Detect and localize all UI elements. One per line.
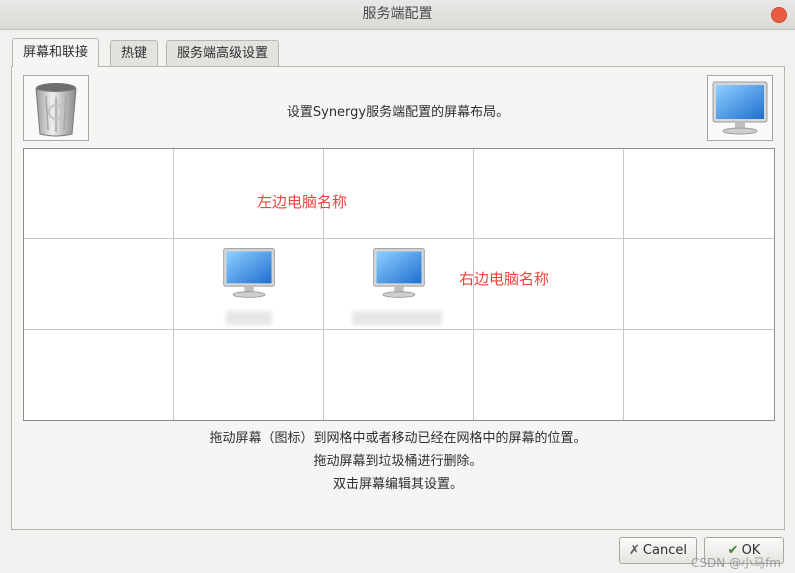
grid-cell[interactable] — [474, 329, 624, 420]
help-text-line-3: 双击屏幕编辑其设置。 — [332, 477, 463, 492]
screen-name-redacted — [352, 311, 442, 326]
monitor-icon — [223, 248, 275, 299]
screen-name-redacted — [226, 311, 272, 326]
right-computer-screen[interactable] — [324, 239, 473, 328]
grid-cell[interactable] — [24, 149, 174, 240]
grid-cell[interactable] — [24, 239, 174, 330]
monitor-icon — [712, 81, 768, 135]
grid-cell[interactable] — [624, 149, 774, 240]
left-computer-screen[interactable] — [174, 239, 323, 328]
grid-cell[interactable] — [174, 329, 324, 420]
grid-cell[interactable] — [624, 330, 774, 420]
watermark: CSDN @小马fm — [691, 556, 781, 570]
cancel-button[interactable]: ✗ Cancel — [619, 537, 697, 564]
close-window-button[interactable] — [771, 7, 787, 23]
window-title: 服务端配置 — [362, 6, 433, 22]
grid-cell[interactable] — [624, 239, 774, 330]
tab-hotkeys[interactable]: 热键 — [110, 40, 159, 66]
tab-advanced-server-settings[interactable]: 服务端高级设置 — [166, 40, 280, 66]
layout-heading: 设置Synergy服务端配置的屏幕布局。 — [286, 105, 510, 120]
close-x-icon: ✗ — [629, 543, 640, 558]
grid-cell[interactable] — [324, 239, 474, 330]
grid-cell[interactable] — [24, 329, 174, 420]
title-bar: 服务端配置 — [0, 0, 795, 30]
help-text-line-2: 拖动屏幕到垃圾桶进行删除。 — [313, 454, 483, 469]
new-screen-source[interactable] — [707, 75, 773, 141]
grid-cell[interactable] — [324, 329, 474, 420]
grid-cell[interactable] — [174, 239, 324, 330]
help-text-line-1: 拖动屏幕（图标）到网格中或者移动已经在网格中的屏幕的位置。 — [209, 431, 587, 446]
left-computer-annotation: 左边电脑名称 — [257, 193, 348, 211]
grid-cell[interactable] — [474, 149, 624, 240]
monitor-icon — [373, 248, 425, 299]
right-computer-annotation: 右边电脑名称 — [459, 270, 550, 288]
cancel-button-label: Cancel — [642, 543, 687, 558]
tab-panel: 设置Synergy服务端配置的屏幕布局。 左边电脑名称 右边电脑名称 拖动屏幕（… — [11, 66, 785, 530]
screen-layout-grid[interactable] — [23, 148, 775, 421]
tab-screens-links[interactable]: 屏幕和联接 — [12, 38, 100, 67]
